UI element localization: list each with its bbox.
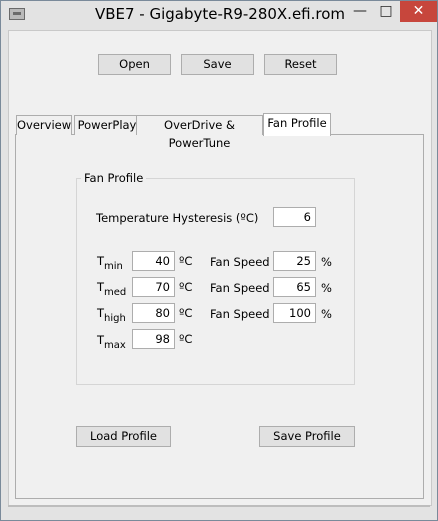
save-button[interactable]: Save xyxy=(181,54,254,75)
tab-powerplay[interactable]: PowerPlay xyxy=(74,115,140,135)
maximize-button[interactable]: □ xyxy=(373,1,399,22)
hysteresis-input[interactable]: 6 xyxy=(273,207,316,227)
tmed-label: Tmed xyxy=(97,280,127,298)
tab-overview[interactable]: Overview xyxy=(16,115,72,135)
app-window: VBE7 - Gigabyte-R9-280X.efi.rom — □ ✕ Op… xyxy=(0,0,438,521)
tmed-speed-input[interactable]: 65 xyxy=(273,277,316,297)
title-bar[interactable]: VBE7 - Gigabyte-R9-280X.efi.rom — □ ✕ xyxy=(1,1,437,29)
bottom-edge xyxy=(8,505,430,507)
minimize-button[interactable]: — xyxy=(347,1,373,22)
open-button[interactable]: Open xyxy=(98,54,171,75)
close-button[interactable]: ✕ xyxy=(400,1,437,22)
tmin-speed-input[interactable]: 25 xyxy=(273,251,316,271)
tmax-unit-c: ºC xyxy=(179,332,193,346)
thigh-unit-c: ºC xyxy=(179,306,193,320)
hysteresis-label: Temperature Hysteresis (ºC) xyxy=(96,211,259,225)
fan-profile-group-title: Fan Profile xyxy=(81,171,147,185)
thigh-speed-input[interactable]: 100 xyxy=(273,303,316,323)
thigh-unit-pct: % xyxy=(321,307,332,321)
save-profile-button[interactable]: Save Profile xyxy=(259,426,355,447)
tmed-unit-c: ºC xyxy=(179,280,193,294)
tmed-temp-input[interactable]: 70 xyxy=(132,277,175,297)
tmin-fan-speed-label: Fan Speed xyxy=(210,255,270,269)
tab-overdrive-powertune[interactable]: OverDrive & PowerTune xyxy=(136,115,263,150)
thigh-label: Thigh xyxy=(97,306,126,324)
tmin-label: Tmin xyxy=(97,254,123,272)
tmax-temp-input[interactable]: 98 xyxy=(132,329,175,349)
tmed-unit-pct: % xyxy=(321,281,332,295)
reset-button[interactable]: Reset xyxy=(264,54,337,75)
tmax-label: Tmax xyxy=(97,333,126,351)
thigh-temp-input[interactable]: 80 xyxy=(132,303,175,323)
load-profile-button[interactable]: Load Profile xyxy=(76,426,171,447)
thigh-fan-speed-label: Fan Speed xyxy=(210,307,270,321)
tab-fan-profile[interactable]: Fan Profile xyxy=(263,113,331,136)
tmin-temp-input[interactable]: 40 xyxy=(132,251,175,271)
tmin-unit-c: ºC xyxy=(179,254,193,268)
tmin-unit-pct: % xyxy=(321,255,332,269)
tmed-fan-speed-label: Fan Speed xyxy=(210,281,270,295)
